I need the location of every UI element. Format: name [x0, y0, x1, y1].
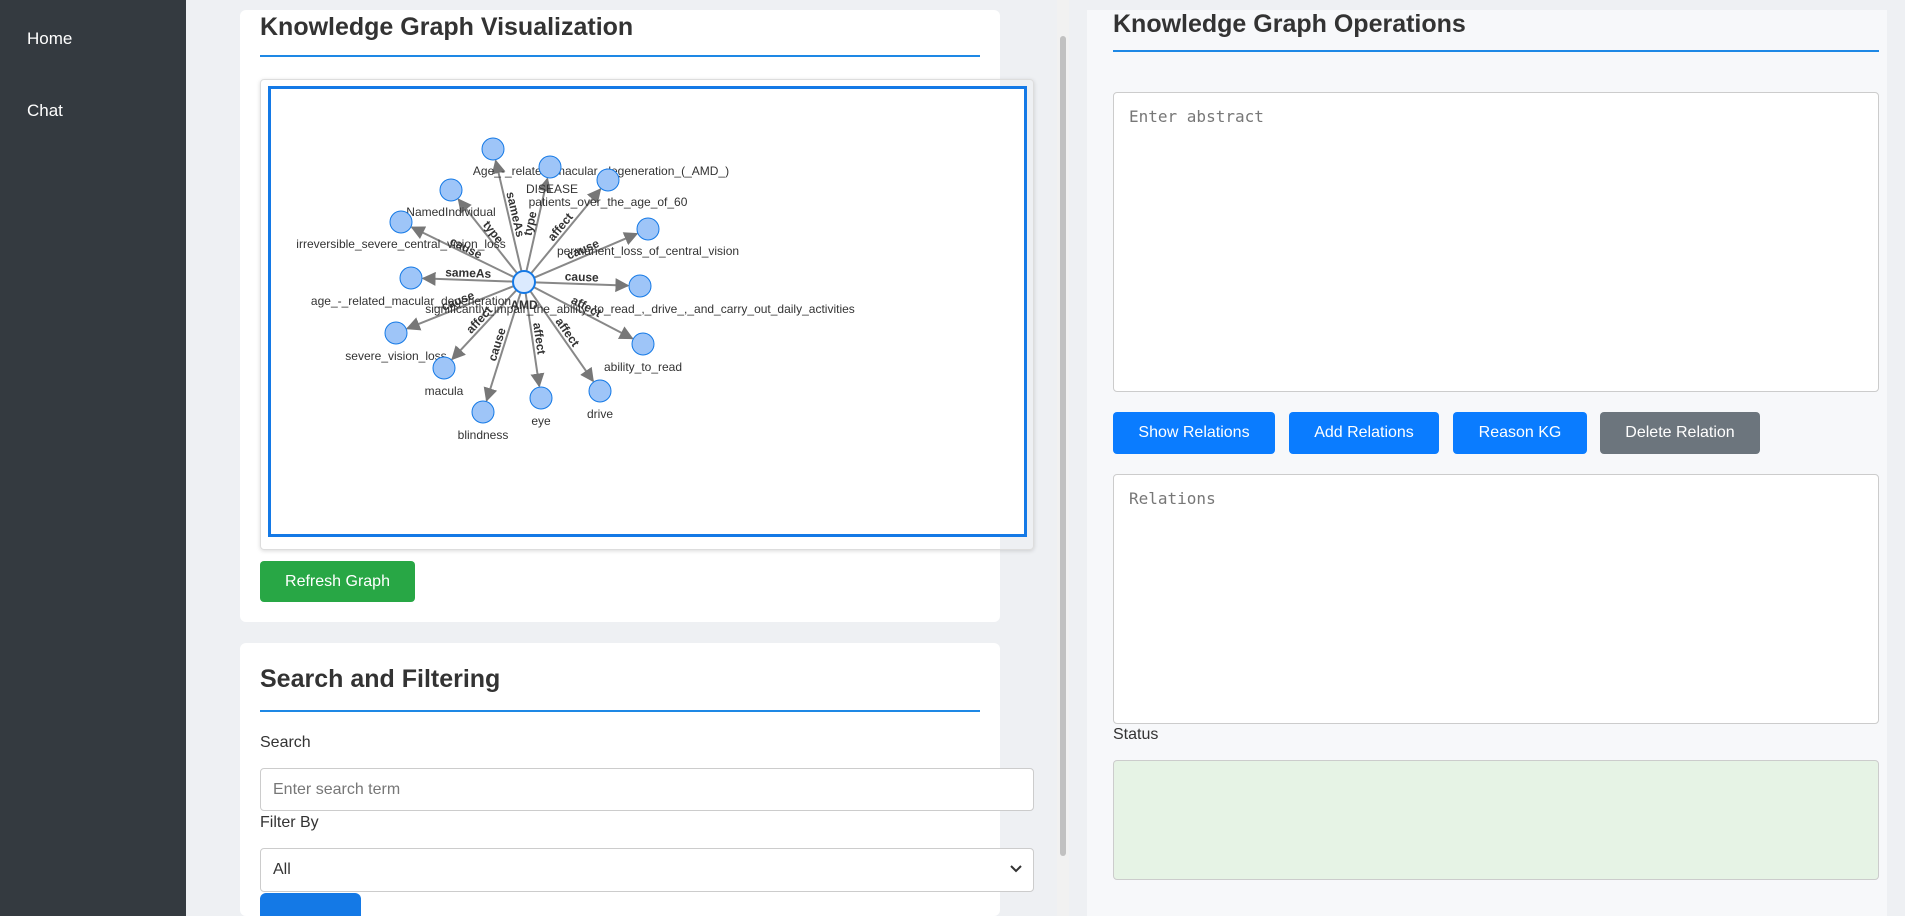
graph-node[interactable]: [538, 155, 562, 179]
show-relations-button[interactable]: Show Relations: [1113, 412, 1275, 454]
graph-container: sameAs type affect type cause cause sameAs caus…: [260, 79, 1034, 550]
graph-node-label: blindness: [458, 428, 509, 442]
reason-kg-button[interactable]: Reason KG: [1453, 412, 1587, 454]
graph-edge-label: affect: [553, 315, 583, 349]
apply-filter-button[interactable]: [260, 893, 361, 916]
right-column: Knowledge Graph Operations Show Relation…: [1069, 0, 1905, 916]
relations-textarea[interactable]: [1113, 474, 1879, 724]
visualization-title: Knowledge Graph Visualization: [260, 13, 634, 41]
scrollbar[interactable]: [1057, 0, 1069, 916]
sidebar-item-home[interactable]: Home: [27, 29, 72, 49]
status-label: Status: [1113, 726, 1159, 743]
filter-selected-value: All: [273, 861, 291, 878]
graph-node-label: permanent_loss_of_central_vision: [557, 244, 739, 258]
search-title-divider: [260, 710, 980, 712]
graph-node[interactable]: [384, 321, 408, 345]
delete-relation-button[interactable]: Delete Relation: [1600, 412, 1760, 454]
graph-edge-label: affect: [530, 322, 548, 356]
sidebar-item-chat[interactable]: Chat: [27, 101, 63, 121]
add-relations-button[interactable]: Add Relations: [1289, 412, 1439, 454]
operations-title: Knowledge Graph Operations: [1113, 10, 1466, 38]
filter-select[interactable]: All: [260, 848, 1034, 892]
graph-node-label: macula: [425, 384, 464, 398]
graph-node-label: ability_to_read: [604, 360, 682, 374]
search-input[interactable]: [260, 768, 1034, 811]
graph-node[interactable]: [389, 210, 413, 234]
graph-visualization-card: Knowledge Graph Visualization sameAs type…: [240, 10, 1034, 622]
title-divider: [260, 55, 980, 57]
operations-title-divider: [1113, 50, 1879, 52]
scrollbar-thumb[interactable]: [1060, 36, 1066, 856]
abstract-textarea[interactable]: [1113, 92, 1879, 392]
graph-node-label: drive: [587, 407, 613, 421]
graph-edge-label: sameAs: [445, 265, 492, 281]
status-textarea[interactable]: [1113, 760, 1879, 880]
graph-node[interactable]: [596, 168, 620, 192]
graph-node[interactable]: [439, 178, 463, 202]
graph-node-label: NamedIndividual: [406, 205, 495, 219]
sidebar: Home Chat: [0, 0, 186, 916]
graph-node[interactable]: [529, 386, 553, 410]
graph-node[interactable]: [481, 137, 505, 161]
graph-node-label: eye: [531, 414, 551, 428]
search-title: Search and Filtering: [260, 665, 501, 693]
graph-node[interactable]: [399, 266, 423, 290]
graph-node[interactable]: [471, 400, 495, 424]
chevron-down-icon: [1010, 865, 1022, 873]
graph-node[interactable]: [628, 274, 652, 298]
search-label: Search: [260, 734, 311, 751]
graph-node[interactable]: [631, 332, 655, 356]
search-filter-card: Search and Filtering Search Filter By Al…: [240, 643, 1034, 916]
graph-edge-label: cause: [564, 269, 599, 284]
graph-center-node[interactable]: [512, 270, 536, 294]
knowledge-graph[interactable]: sameAstype affecttypecause causesameAs caus…: [271, 89, 1024, 534]
filter-label: Filter By: [260, 814, 319, 831]
graph-canvas[interactable]: sameAs type affect type cause cause sameAs caus…: [268, 86, 1027, 537]
graph-node-label: significantly_impair_the_ability_to_read…: [425, 302, 855, 316]
operations-panel: Knowledge Graph Operations Show Relation…: [1087, 10, 1887, 916]
graph-node-label: irreversible_severe_central_vision_loss: [296, 237, 505, 251]
graph-node[interactable]: [636, 217, 660, 241]
refresh-graph-button[interactable]: Refresh Graph: [260, 561, 415, 602]
graph-node[interactable]: [588, 379, 612, 403]
graph-node-label: severe_vision_loss: [345, 349, 446, 363]
graph-node-label: patients_over_the_age_of_60: [529, 195, 688, 209]
left-column: Knowledge Graph Visualization sameAs type…: [186, 0, 1053, 916]
graph-center-label: AMD: [510, 298, 538, 312]
graph-node[interactable]: [432, 356, 456, 380]
graph-node-label: DISEASE: [526, 182, 578, 196]
